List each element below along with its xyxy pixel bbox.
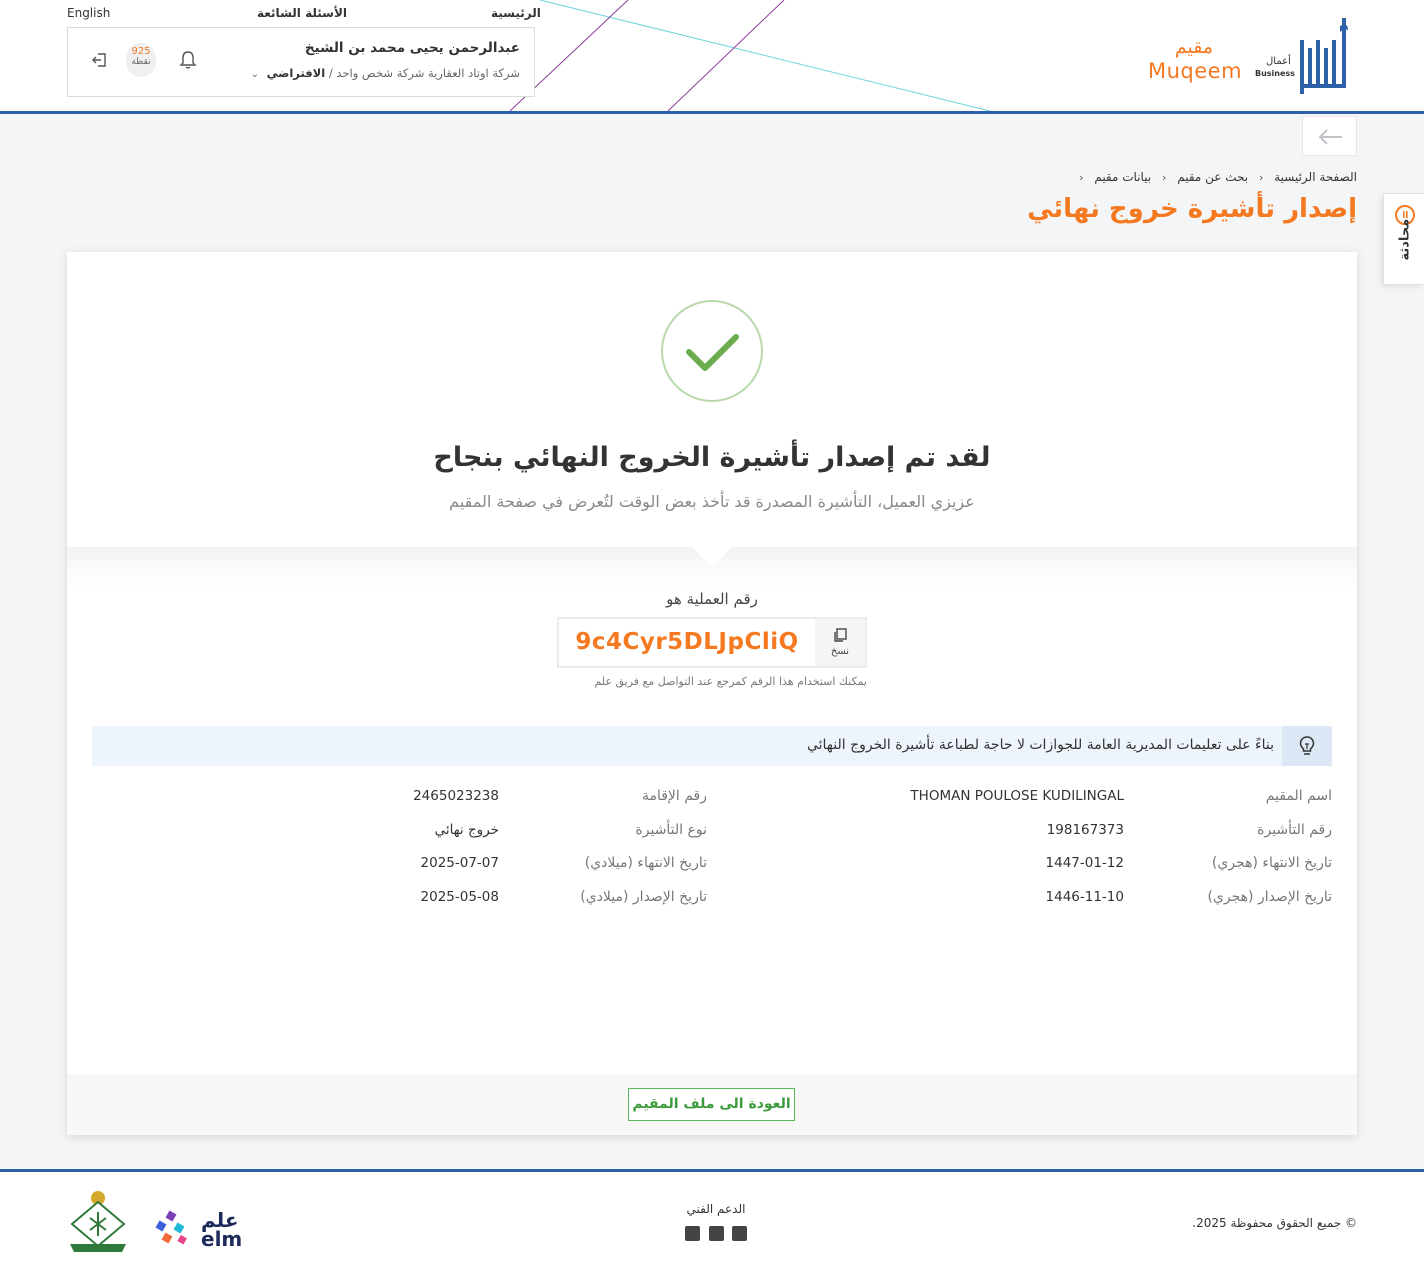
details-row: رقم التأشيرة 198167373 نوع التأشيرة خروج… xyxy=(67,822,1357,852)
expiry-hijri-value: 1447-01-12 xyxy=(1045,855,1124,871)
chevron-left-icon: ‹ xyxy=(1079,171,1084,184)
info-notice-text: بناءً على تعليمات المديرية العامة للجواز… xyxy=(806,737,1274,753)
back-to-resident-profile-button[interactable]: العودة الى ملف المقيم xyxy=(628,1088,795,1121)
success-title: لقد تم إصدار تأشيرة الخروج النهائي بنجاح xyxy=(433,442,991,473)
transaction-hint: يمكنك استخدام هذا الرقم كمرجع عند التواص… xyxy=(594,675,867,688)
details-row: اسم المقيم THOMAN POULOSE KUDILINGAL رقم… xyxy=(67,788,1357,818)
chat-tab-label: محادثة xyxy=(1397,218,1413,261)
breadcrumb-resident-data[interactable]: بيانات مقيم xyxy=(1094,170,1151,184)
success-subtitle: عزيزي العميل، التأشيرة المصدرة قد تأخذ ب… xyxy=(449,492,975,511)
notification-bell-icon[interactable] xyxy=(178,49,198,71)
info-notice: بناءً على تعليمات المديرية العامة للجواز… xyxy=(92,726,1332,766)
page-title: إصدار تأشيرة خروج نهائي xyxy=(1027,194,1357,224)
home-link[interactable]: الرئيسية xyxy=(491,6,541,20)
iqama-label: رقم الإقامة xyxy=(641,788,707,804)
visa-type-value: خروج نهائي xyxy=(434,822,499,838)
back-button[interactable] xyxy=(1302,116,1357,156)
transaction-code: 9c4Cyr5DLJpCliQ xyxy=(575,629,799,655)
breadcrumb: الصفحة الرئيسية ‹ بحث عن مقيم ‹ بيانات م… xyxy=(1072,170,1357,184)
transaction-label: رقم العملية هو xyxy=(666,590,758,608)
absher-mark-icon xyxy=(1300,18,1348,94)
resident-name-value: THOMAN POULOSE KUDILINGAL xyxy=(910,788,1124,804)
visa-number-label: رقم التأشيرة xyxy=(1257,822,1332,838)
elm-mark-icon xyxy=(155,1210,187,1245)
section-notch xyxy=(692,547,732,567)
user-account-box: عبدالرحمن يحيى محمد بن الشيخ شركة اوتاد … xyxy=(67,27,535,97)
iqama-value: 2465023238 xyxy=(413,788,499,804)
faq-link[interactable]: الأسئلة الشائعة xyxy=(257,6,347,20)
elm-logo[interactable]: علم elm xyxy=(153,1208,243,1251)
copy-button[interactable]: نسخ xyxy=(815,619,865,666)
issue-greg-label: تاريخ الإصدار (ميلادي) xyxy=(580,889,707,905)
elm-english-text: elm xyxy=(201,1227,243,1251)
role-name: الافتراضي xyxy=(266,66,326,80)
copy-icon xyxy=(834,628,847,642)
phone-icon[interactable] xyxy=(732,1226,747,1241)
expiry-greg-label: تاريخ الانتهاء (ميلادي) xyxy=(584,855,707,871)
english-language-link[interactable]: English xyxy=(67,6,110,20)
copyright-text: © جميع الحقوق محفوظة 2025. xyxy=(1192,1216,1357,1230)
chat-tab[interactable]: محادثة xyxy=(1383,193,1424,285)
twitter-icon[interactable] xyxy=(685,1226,700,1241)
breadcrumb-search-resident[interactable]: بحث عن مقيم xyxy=(1177,170,1248,184)
support-icons xyxy=(685,1226,749,1242)
issue-hijri-value: 1446-11-10 xyxy=(1045,889,1124,905)
chevron-left-icon: ‹ xyxy=(1258,171,1264,184)
issue-greg-value: 2025-05-08 xyxy=(420,889,499,905)
company-selector[interactable]: شركة اوتاد العقارية شركة شخص واحد / الاف… xyxy=(251,66,520,80)
chevron-down-icon: ⌄ xyxy=(250,69,259,80)
chevron-left-icon: ‹ xyxy=(1162,171,1167,184)
lightbulb-icon xyxy=(1282,726,1332,766)
email-icon[interactable] xyxy=(709,1226,724,1241)
points-value: 925 xyxy=(131,46,151,57)
result-card: لقد تم إصدار تأشيرة الخروج النهائي بنجاح… xyxy=(67,252,1357,1135)
breadcrumb-home[interactable]: الصفحة الرئيسية xyxy=(1274,170,1357,184)
card-footer: العودة الى ملف المقيم xyxy=(67,1074,1357,1135)
arrow-left-icon xyxy=(1318,129,1342,145)
page-footer: © جميع الحقوق محفوظة 2025. الدعم الفني ع… xyxy=(0,1169,1424,1270)
muqeem-logo[interactable]: مقيم Muqeem xyxy=(1148,36,1242,84)
success-check-icon xyxy=(661,300,763,402)
points-label: نقطة xyxy=(131,57,151,67)
expiry-hijri-label: تاريخ الانتهاء (هجري) xyxy=(1211,855,1332,871)
user-name: عبدالرحمن يحيى محمد بن الشيخ xyxy=(304,40,520,56)
resident-name-label: اسم المقيم xyxy=(1265,788,1332,804)
jawazat-emblem-icon xyxy=(70,1191,126,1252)
details-row: تاريخ الإصدار (هجري) 1446-11-10 تاريخ ال… xyxy=(67,889,1357,919)
company-name: شركة اوتاد العقارية شركة شخص واحد xyxy=(336,66,520,80)
top-header: English الأسئلة الشائعة الرئيسية عبدالرح… xyxy=(0,0,1424,114)
details-row: تاريخ الانتهاء (هجري) 1447-01-12 تاريخ ا… xyxy=(67,855,1357,885)
visa-number-value: 198167373 xyxy=(1046,822,1124,838)
transaction-code-box: 9c4Cyr5DLJpCliQ نسخ xyxy=(557,617,867,668)
absher-business-logo[interactable]: أعمال Business xyxy=(1252,18,1352,96)
copy-label: نسخ xyxy=(830,646,850,657)
points-badge: 925 نقطة xyxy=(126,43,156,77)
issue-hijri-label: تاريخ الإصدار (هجري) xyxy=(1207,889,1332,905)
logout-icon[interactable] xyxy=(90,50,110,70)
visa-type-label: نوع التأشيرة xyxy=(635,822,707,838)
expiry-greg-value: 2025-07-07 xyxy=(420,855,499,871)
